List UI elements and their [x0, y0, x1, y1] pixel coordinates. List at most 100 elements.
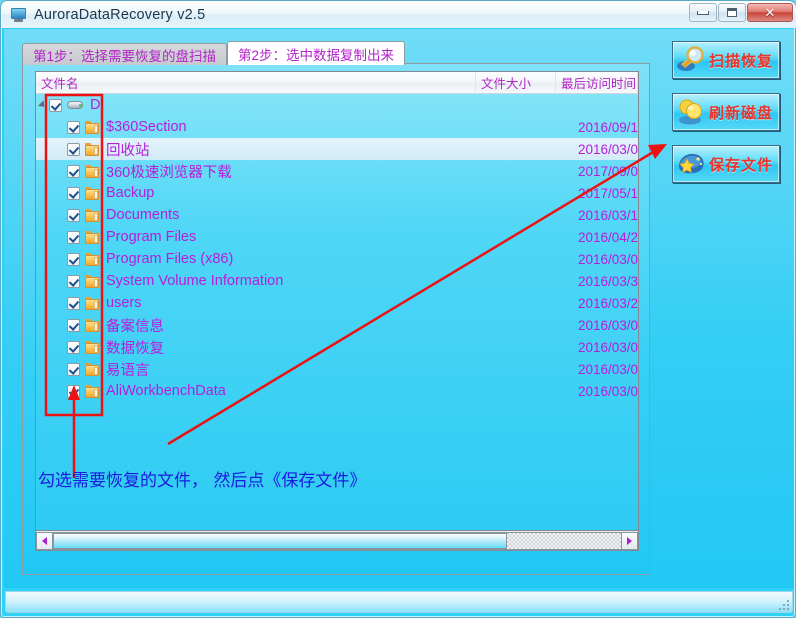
folder-icon	[85, 252, 100, 266]
row-time-cell: 2016/03/3	[577, 273, 638, 289]
tab-step1[interactable]: 第1步：选择需要恢复的盘扫描	[22, 43, 228, 65]
row-name-cell: $360Section	[36, 119, 475, 135]
column-header-time[interactable]: 最后访问时间	[556, 72, 638, 94]
row-checkbox[interactable]	[67, 362, 80, 376]
row-checkbox[interactable]	[67, 164, 80, 178]
expander-icon[interactable]	[36, 94, 49, 116]
row-checkbox[interactable]	[67, 340, 80, 354]
application-window: AuroraDataRecovery v2.5 ✕ 第1步：选择需要恢复的盘扫描…	[0, 0, 796, 618]
scroll-left-button[interactable]	[36, 531, 53, 550]
table-row[interactable]: 回收站 2016/03/0	[36, 138, 638, 160]
column-header-name[interactable]: 文件名	[36, 72, 476, 94]
close-icon: ✕	[764, 5, 776, 20]
row-label: Documents	[106, 207, 180, 223]
magnifier-icon	[677, 46, 707, 74]
refresh-disk-button[interactable]: 刷新磁盘	[672, 93, 780, 131]
row-label: 易语言	[106, 362, 150, 379]
row-checkbox[interactable]	[67, 274, 80, 288]
row-checkbox[interactable]	[67, 208, 80, 222]
refresh-disk-icon	[677, 98, 707, 126]
tree-row-root[interactable]: D:	[36, 94, 638, 116]
row-time-cell: 2016/04/2	[577, 229, 638, 245]
table-row[interactable]: Documents 2016/03/1	[36, 204, 638, 226]
table-row[interactable]: Backup 2017/05/1	[36, 182, 638, 204]
save-file-button[interactable]: 保存文件	[672, 145, 780, 183]
row-label: 360极速浏览器下载	[106, 164, 232, 181]
row-label: Program Files	[106, 229, 197, 245]
row-checkbox[interactable]	[67, 120, 80, 134]
row-time-cell: 2017/09/0	[577, 163, 638, 179]
scrollbar-track[interactable]	[53, 531, 621, 550]
window-controls: ✕	[689, 3, 793, 22]
row-checkbox[interactable]	[67, 384, 80, 398]
row-label: System Volume Information	[106, 273, 284, 289]
row-checkbox[interactable]	[67, 230, 80, 244]
folder-icon	[85, 186, 100, 200]
row-name-cell: 易语言	[36, 359, 475, 380]
row-time-cell: 2016/09/1	[577, 119, 638, 135]
scan-recover-button[interactable]: 扫描恢复	[672, 41, 780, 79]
minimize-icon	[697, 10, 709, 15]
drive-icon	[67, 99, 84, 111]
maximize-button[interactable]	[718, 3, 746, 22]
row-name-cell: Documents	[36, 207, 475, 223]
row-label: 回收站	[106, 142, 150, 159]
folder-icon	[85, 120, 100, 134]
app-monitor-icon	[11, 8, 27, 22]
row-name-cell: 备案信息	[36, 315, 475, 336]
folder-icon	[85, 164, 100, 178]
scroll-right-button[interactable]	[621, 531, 638, 550]
table-row[interactable]: users 2016/03/2	[36, 292, 638, 314]
status-bar	[5, 591, 793, 613]
row-checkbox[interactable]	[67, 252, 80, 266]
row-checkbox[interactable]	[67, 296, 80, 310]
row-name-cell: 360极速浏览器下载	[36, 161, 475, 182]
save-file-label: 保存文件	[709, 155, 774, 174]
close-button[interactable]: ✕	[747, 3, 793, 22]
row-time-cell: 2016/03/0	[577, 141, 638, 157]
table-row[interactable]: 易语言 2016/03/0	[36, 358, 638, 380]
row-label: $360Section	[106, 119, 187, 135]
row-label: 备案信息	[106, 318, 164, 335]
row-time-cell: 2016/03/0	[577, 317, 638, 333]
resize-grip-icon[interactable]	[777, 598, 789, 610]
table-row[interactable]: $360Section 2016/09/1	[36, 116, 638, 138]
folder-icon	[85, 230, 100, 244]
row-name-cell: 回收站	[36, 139, 475, 160]
row-checkbox[interactable]	[67, 318, 80, 332]
row-name-cell: AliWorkbenchData	[36, 383, 475, 399]
tab-strip: 第1步：选择需要恢复的盘扫描 第2步：选中数据复制出来	[22, 41, 406, 65]
row-name-cell: Program Files (x86)	[36, 251, 475, 267]
row-label: Backup	[106, 185, 155, 201]
annotation-instruction-text: 勾选需要恢复的文件， 然后点《保存文件》	[38, 471, 367, 491]
table-row[interactable]: System Volume Information 2016/03/3	[36, 270, 638, 292]
column-header-size[interactable]: 文件大小	[476, 72, 556, 94]
table-row[interactable]: Program Files 2016/04/2	[36, 226, 638, 248]
tree-rows: D: $360Section 2016/09/1 回收站 2016/03/0 360极速浏…	[36, 94, 638, 402]
row-checkbox[interactable]	[67, 186, 80, 200]
tab-step2[interactable]: 第2步：选中数据复制出来	[227, 41, 406, 65]
folder-icon	[85, 318, 100, 332]
folder-icon	[85, 384, 100, 398]
row-name-cell: Program Files	[36, 229, 475, 245]
folder-icon	[85, 142, 100, 156]
title-bar: AuroraDataRecovery v2.5 ✕	[2, 2, 796, 28]
row-name-cell: System Volume Information	[36, 273, 475, 289]
row-checkbox[interactable]	[49, 98, 62, 112]
table-row[interactable]: Program Files (x86) 2016/03/0	[36, 248, 638, 270]
row-time-cell: 2016/03/2	[577, 295, 638, 311]
row-name-cell: Backup	[36, 185, 475, 201]
chevron-right-icon	[627, 536, 632, 545]
row-time-cell: 2016/03/0	[577, 339, 638, 355]
row-label: users	[106, 295, 142, 311]
table-row[interactable]: AliWorkbenchData 2016/03/0	[36, 380, 638, 402]
row-checkbox[interactable]	[67, 142, 80, 156]
list-header: 文件名 文件大小 最后访问时间	[36, 72, 638, 94]
table-row[interactable]: 360极速浏览器下载 2017/09/0	[36, 160, 638, 182]
table-row[interactable]: 备案信息 2016/03/0	[36, 314, 638, 336]
scrollbar-thumb[interactable]	[53, 532, 508, 549]
minimize-button[interactable]	[689, 3, 717, 22]
horizontal-scrollbar[interactable]	[36, 530, 638, 550]
table-row[interactable]: 数据恢复 2016/03/0	[36, 336, 638, 358]
window-frame: AuroraDataRecovery v2.5 ✕ 第1步：选择需要恢复的盘扫描…	[0, 0, 796, 618]
